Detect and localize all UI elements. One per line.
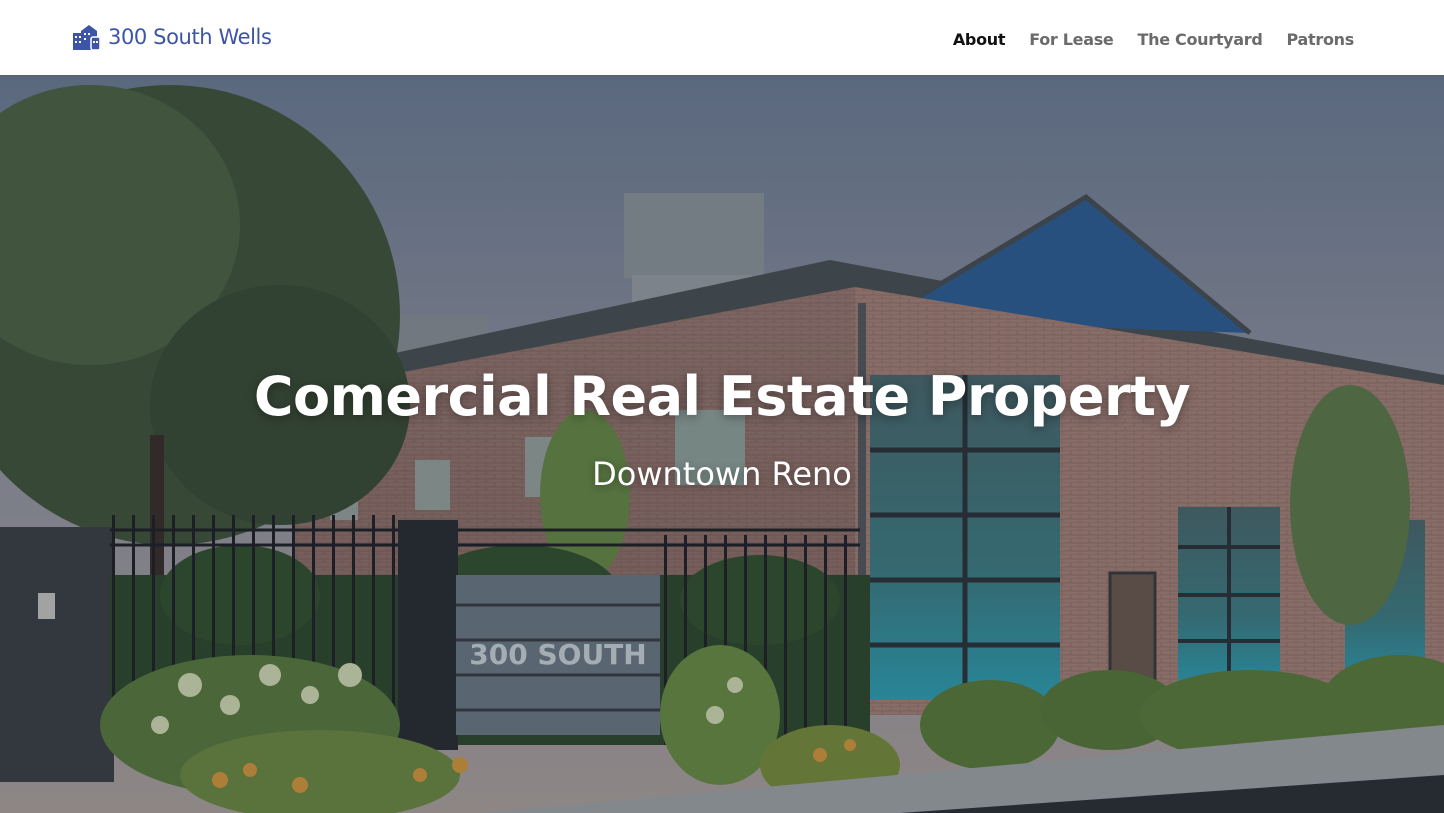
nav-link-patrons[interactable]: Patrons — [1287, 30, 1355, 49]
nav-link-the-courtyard[interactable]: The Courtyard — [1137, 30, 1262, 49]
hero-subtitle: Downtown Reno — [592, 455, 852, 493]
main-nav: About For Lease The Courtyard Patrons — [953, 28, 1354, 50]
building-icon — [73, 25, 101, 51]
nav-link-for-lease[interactable]: For Lease — [1029, 30, 1114, 49]
hero-section: 300 SOUTH Comercial Real Estate Property… — [0, 75, 1444, 813]
hero-overlay — [0, 75, 1444, 813]
logo-text: 300 South Wells — [108, 25, 272, 49]
nav-link-about[interactable]: About — [953, 30, 1006, 49]
hero-title: Comercial Real Estate Property — [253, 365, 1191, 428]
site-header: 300 South Wells About For Lease The Cour… — [0, 0, 1444, 75]
site-logo[interactable]: 300 South Wells — [72, 22, 272, 52]
